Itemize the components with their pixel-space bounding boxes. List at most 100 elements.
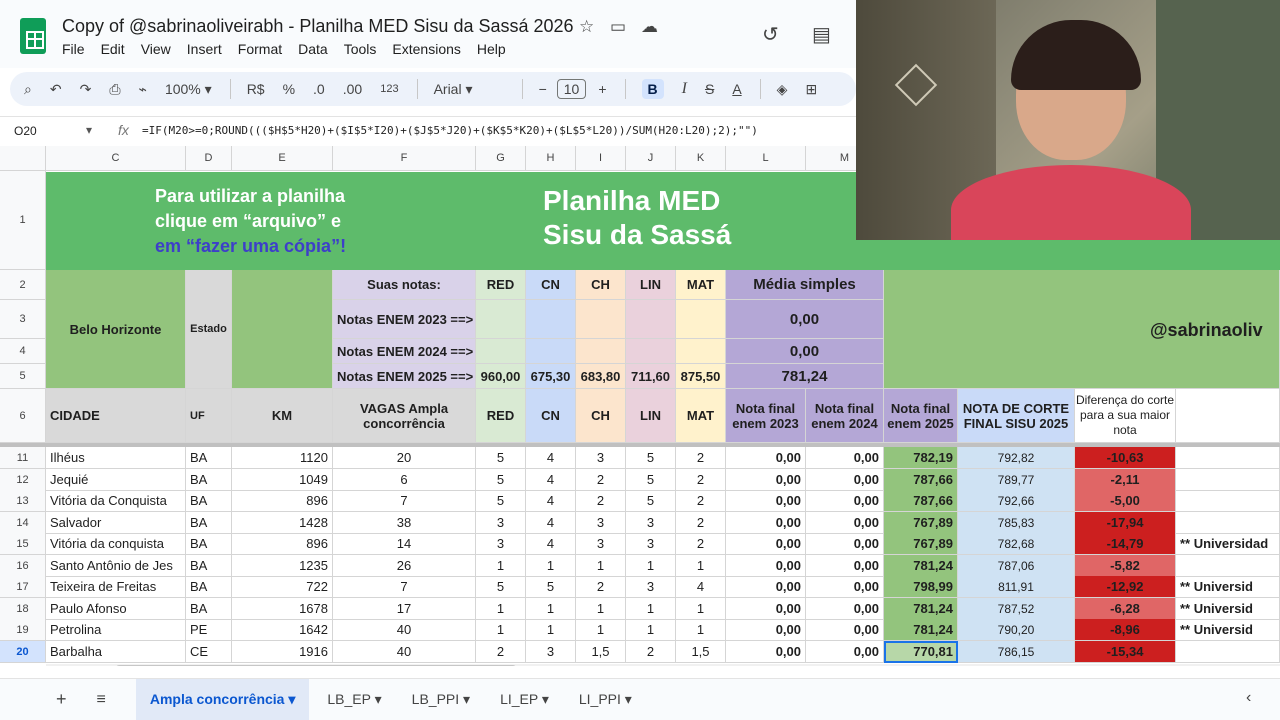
nf2023-cell[interactable]: 0,00 (726, 490, 806, 512)
tab-lb-ppi[interactable]: LB_PPI ▾ (412, 691, 470, 708)
enem-row-label[interactable]: Notas ENEM 2023 ==> (333, 300, 476, 339)
km-cell[interactable]: 1642 (232, 619, 333, 641)
row-number[interactable]: 1 (0, 171, 46, 270)
scrollbar-thumb[interactable] (116, 665, 516, 666)
uf-cell[interactable]: BA (186, 490, 232, 512)
weight-cell[interactable]: 3 (626, 533, 676, 555)
corte-cell[interactable]: 811,91 (958, 576, 1075, 598)
corte-cell[interactable]: 792,82 (958, 447, 1075, 469)
note-cell[interactable] (1176, 555, 1280, 577)
weight-cell[interactable]: 2 (576, 490, 626, 512)
weight-cell[interactable]: 2 (676, 512, 726, 534)
note-cell[interactable]: ** Universid (1176, 576, 1280, 598)
weight-cell[interactable]: 3 (576, 512, 626, 534)
nf2023-cell[interactable]: 0,00 (726, 555, 806, 577)
uf-cell[interactable]: BA (186, 533, 232, 555)
suas-notas-label[interactable]: Suas notas: (333, 270, 476, 300)
uf-cell[interactable]: BA (186, 512, 232, 534)
vagas-cell[interactable]: 38 (333, 512, 476, 534)
number-format-button[interactable]: 123 (380, 83, 398, 95)
nf2023-header[interactable]: Nota final enem 2023 (726, 389, 806, 443)
weight-cell[interactable]: 5 (526, 576, 576, 598)
vagas-cell[interactable]: 7 (333, 490, 476, 512)
weight-cell[interactable]: 3 (626, 576, 676, 598)
percent-format-button[interactable]: % (283, 81, 295, 97)
nf2024-cell[interactable]: 0,00 (806, 576, 884, 598)
nf2025-cell[interactable]: 787,66 (884, 490, 958, 512)
select-all-corner[interactable] (0, 146, 46, 171)
nf2025-cell[interactable]: 770,81 (884, 641, 958, 663)
vagas-cell[interactable]: 17 (333, 598, 476, 620)
weight-cell[interactable]: 1 (676, 598, 726, 620)
subject-header[interactable]: MAT (676, 270, 726, 300)
weight-cell[interactable]: 1 (576, 598, 626, 620)
tab-li-ep[interactable]: LI_EP ▾ (500, 691, 549, 708)
weight-cell[interactable]: 2 (626, 641, 676, 663)
km-cell[interactable]: 896 (232, 533, 333, 555)
empty-cell[interactable] (1176, 389, 1280, 443)
version-history-icon[interactable]: ↺ (762, 22, 779, 47)
handle-text[interactable]: @sabrinaoliv (1150, 310, 1280, 350)
km-cell[interactable]: 1678 (232, 598, 333, 620)
weight-cell[interactable]: 1 (626, 619, 676, 641)
comments-icon[interactable]: ▤ (812, 22, 831, 47)
cidade-cell[interactable]: Paulo Afonso (46, 598, 186, 620)
chevron-down-icon[interactable]: ▾ (86, 123, 92, 137)
row-number[interactable]: 18 (0, 598, 46, 620)
borders-icon[interactable]: ⊞ (805, 81, 817, 98)
nf2024-cell[interactable]: 0,00 (806, 469, 884, 491)
enem-score[interactable]: 875,50 (676, 364, 726, 389)
km-cell[interactable]: 896 (232, 490, 333, 512)
cidade-header[interactable]: CIDADE (46, 389, 186, 443)
nf2025-cell[interactable]: 767,89 (884, 533, 958, 555)
enem-score[interactable]: 711,60 (626, 364, 676, 389)
weight-cell[interactable]: 5 (476, 447, 526, 469)
enem-row-label[interactable]: Notas ENEM 2024 ==> (333, 339, 476, 364)
bold-button[interactable]: B (641, 79, 664, 99)
corte-cell[interactable]: 782,68 (958, 533, 1075, 555)
corte-cell[interactable]: 787,52 (958, 598, 1075, 620)
diff-cell[interactable]: -15,34 (1075, 641, 1176, 663)
menu-tools[interactable]: Tools (344, 41, 377, 57)
cidade-cell[interactable]: Salvador (46, 512, 186, 534)
weight-cell[interactable]: 5 (626, 490, 676, 512)
font-size-input[interactable]: 10 (556, 79, 587, 99)
nf2025-cell[interactable]: 781,24 (884, 598, 958, 620)
nf2023-cell[interactable]: 0,00 (726, 512, 806, 534)
uf-cell[interactable]: CE (186, 641, 232, 663)
weight-cell[interactable]: 2 (676, 447, 726, 469)
tab-lb-ep[interactable]: LB_EP ▾ (327, 691, 381, 708)
nf2023-cell[interactable]: 0,00 (726, 619, 806, 641)
enem-score[interactable] (526, 339, 576, 364)
row-number[interactable]: 15 (0, 533, 46, 555)
km-cell[interactable]: 1120 (232, 447, 333, 469)
row-number[interactable]: 14 (0, 512, 46, 534)
tab-ampla-concorrencia[interactable]: Ampla concorrência ▾ (135, 679, 310, 720)
km-header[interactable]: KM (232, 389, 333, 443)
column-header[interactable]: G (476, 146, 526, 171)
subject-header[interactable]: CH (576, 270, 626, 300)
increase-decimal-button[interactable]: .00 (343, 81, 362, 97)
diff-cell[interactable]: -10,63 (1075, 447, 1176, 469)
cidade-cell[interactable]: Petrolina (46, 619, 186, 641)
column-header[interactable]: L (726, 146, 806, 171)
vagas-cell[interactable]: 40 (333, 619, 476, 641)
corte-cell[interactable]: 785,83 (958, 512, 1075, 534)
weight-cell[interactable]: 4 (526, 512, 576, 534)
subject-header[interactable]: LIN (626, 270, 676, 300)
note-cell[interactable] (1176, 490, 1280, 512)
vagas-cell[interactable]: 6 (333, 469, 476, 491)
diff-cell[interactable]: -14,79 (1075, 533, 1176, 555)
enem-score[interactable] (476, 300, 526, 339)
menu-format[interactable]: Format (238, 41, 282, 57)
weight-cell[interactable]: 5 (626, 447, 676, 469)
diff-cell[interactable]: -2,11 (1075, 469, 1176, 491)
weight-cell[interactable]: 4 (526, 447, 576, 469)
enem-score[interactable] (676, 339, 726, 364)
weight-cell[interactable]: 1 (676, 555, 726, 577)
weight-cell[interactable]: 1 (576, 555, 626, 577)
nf2025-cell[interactable]: 787,66 (884, 469, 958, 491)
column-header[interactable]: C (46, 146, 186, 171)
media-value[interactable]: 781,24 (726, 364, 884, 389)
enem-score[interactable] (526, 300, 576, 339)
